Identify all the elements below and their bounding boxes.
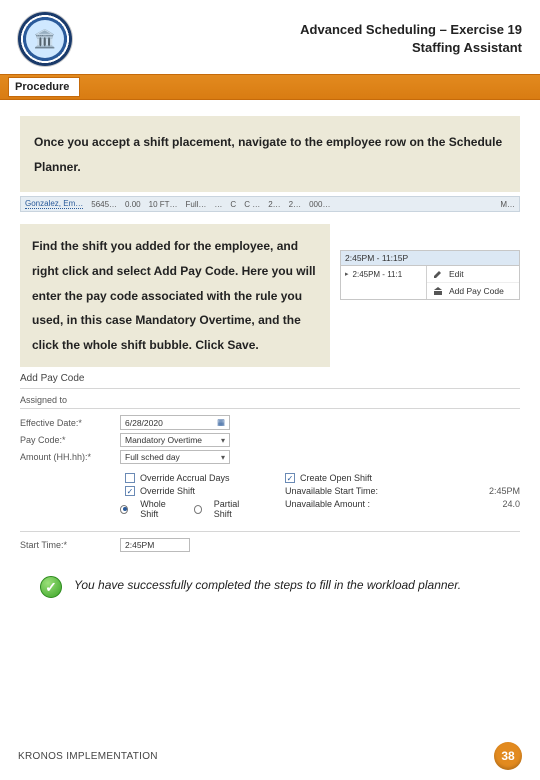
step-2-text: Find the shift you added for the employe… xyxy=(20,224,330,367)
footer-label: KRONOS IMPLEMENTATION xyxy=(18,751,158,762)
start-time-field[interactable]: 2:45PM xyxy=(120,538,190,552)
override-accrual-checkbox[interactable] xyxy=(125,473,135,483)
unavail-amount-value: 24.0 xyxy=(460,499,520,509)
success-message: You have successfully completed the step… xyxy=(74,576,461,594)
create-open-shift-checkbox[interactable] xyxy=(285,473,295,483)
assigned-to-label: Assigned to xyxy=(20,395,120,405)
unavail-start-value: 2:45PM xyxy=(460,486,520,496)
form-title: Add Pay Code xyxy=(20,373,520,384)
schedule-row: Gonzalez, Em… 5645… 0.00 10 FT… Full… … … xyxy=(20,196,520,212)
calendar-icon: ▦ xyxy=(217,417,225,428)
amount-select[interactable]: Full sched day ▾ xyxy=(120,450,230,464)
edit-icon xyxy=(433,269,443,279)
partial-shift-label: Partial Shift xyxy=(214,499,255,519)
chevron-right-icon: ▸ xyxy=(345,270,349,278)
menu-item-add-pay-code[interactable]: Add Pay Code xyxy=(427,282,519,299)
step-1-text: Once you accept a shift placement, navig… xyxy=(20,116,520,192)
shift-bubble-header: 2:45PM - 11:15P xyxy=(341,251,519,266)
override-shift-label: Override Shift xyxy=(140,486,195,496)
menu-item-edit[interactable]: Edit xyxy=(427,266,519,282)
success-check-icon: ✓ xyxy=(40,576,62,598)
amount-label: Amount (HH.hh):* xyxy=(20,452,120,462)
procedure-bar: Procedure xyxy=(0,74,540,100)
unavail-start-label: Unavailable Start Time: xyxy=(285,486,378,496)
chevron-down-icon: ▾ xyxy=(221,436,225,445)
page-title: Advanced Scheduling – Exercise 19 Staffi… xyxy=(84,21,522,56)
partial-shift-radio[interactable] xyxy=(194,505,202,514)
whole-shift-label: Whole Shift xyxy=(140,499,181,519)
page-number-badge: 38 xyxy=(494,742,522,770)
title-line-2: Staffing Assistant xyxy=(84,39,522,57)
employee-name: Gonzalez, Em… xyxy=(25,199,83,209)
pay-code-label: Pay Code:* xyxy=(20,435,120,445)
override-accrual-label: Override Accrual Days xyxy=(140,473,230,483)
bank-icon xyxy=(433,286,443,296)
context-menu-screenshot: 2:45PM - 11:15P ▸ 2:45PM - 11:1 Edit Add xyxy=(340,250,520,300)
add-pay-code-form: Add Pay Code Assigned to Effective Date:… xyxy=(20,373,520,552)
state-seal-logo: 🏛️ xyxy=(18,12,72,66)
procedure-label: Procedure xyxy=(8,77,80,97)
override-shift-checkbox[interactable] xyxy=(125,486,135,496)
shift-time-cell: ▸ 2:45PM - 11:1 xyxy=(341,266,427,299)
effective-date-label: Effective Date:* xyxy=(20,418,120,428)
unavail-amount-label: Unavailable Amount : xyxy=(285,499,370,509)
start-time-label: Start Time:* xyxy=(20,540,120,550)
chevron-down-icon: ▾ xyxy=(221,453,225,462)
whole-shift-radio[interactable] xyxy=(120,505,128,514)
create-open-shift-label: Create Open Shift xyxy=(300,473,372,483)
title-line-1: Advanced Scheduling – Exercise 19 xyxy=(84,21,522,39)
pay-code-select[interactable]: Mandatory Overtime ▾ xyxy=(120,433,230,447)
effective-date-field[interactable]: 6/28/2020 ▦ xyxy=(120,415,230,430)
